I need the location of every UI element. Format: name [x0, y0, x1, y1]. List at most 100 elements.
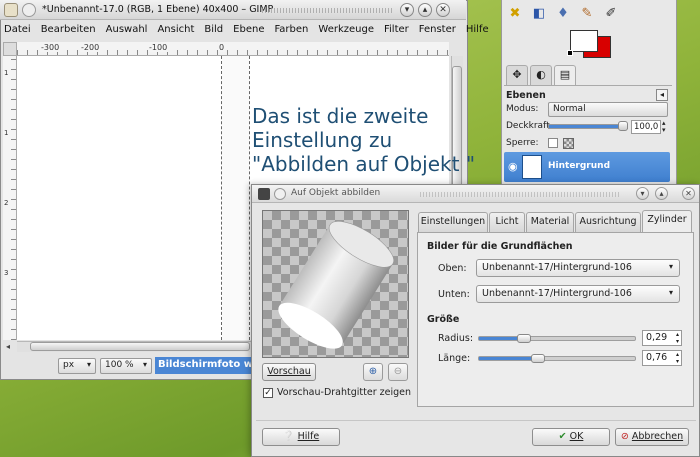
spin-arrows-icon[interactable]: ▴ ▾ — [662, 120, 666, 134]
menu-auswahl[interactable]: Auswahl — [106, 24, 148, 40]
length-slider-fill — [479, 357, 539, 360]
unit-value: px — [63, 360, 75, 370]
device-status-tab[interactable]: ◐ — [530, 65, 552, 85]
close-button[interactable]: ✕ — [682, 187, 695, 200]
paint-icon[interactable]: ◧ — [531, 6, 547, 22]
zoom-out-icon[interactable]: ⊖ — [388, 363, 408, 381]
ruler-label: 2 — [4, 199, 9, 207]
modus-label: Modus: — [506, 104, 539, 114]
minimize-button[interactable]: ▾ — [400, 3, 414, 17]
zoom-in-icon[interactable]: ⊕ — [363, 363, 383, 381]
menubar: Datei Bearbeiten Auswahl Ansicht Bild Eb… — [4, 24, 489, 40]
layer-boundary — [221, 56, 222, 340]
length-label: Länge: — [438, 353, 471, 364]
bottom-image-select[interactable]: Unbenannt-17/Hintergrund-106 ▾ — [476, 285, 680, 303]
wireframe-checkbox[interactable]: ✓ — [263, 388, 273, 398]
scroll-left-icon[interactable]: ◂ — [6, 342, 10, 351]
foreground-color-swatch[interactable] — [570, 30, 598, 52]
smudge-icon[interactable]: ✎ — [579, 6, 595, 22]
tab-licht[interactable]: Licht — [489, 212, 525, 232]
pin-icon[interactable] — [22, 3, 36, 17]
unit-select[interactable]: px ▾ — [58, 358, 96, 374]
ok-button-label: OK — [569, 431, 584, 442]
pin-icon[interactable] — [274, 188, 286, 200]
menu-fenster[interactable]: Fenster — [419, 24, 456, 40]
bottom-image-label: Unten: — [438, 289, 470, 300]
length-slider[interactable] — [478, 356, 636, 361]
tab-material[interactable]: Material — [526, 212, 574, 232]
cancel-button-label: Abbrechen — [631, 431, 684, 442]
cylinder-preview — [278, 221, 394, 349]
default-colors-icon[interactable] — [567, 50, 573, 56]
ok-button[interactable]: ✔ OK — [532, 428, 610, 446]
menu-bearbeiten[interactable]: Bearbeiten — [41, 24, 96, 40]
radius-input[interactable]: 0,29 ▴ ▾ — [642, 330, 682, 346]
layers-tab[interactable]: ▤ — [554, 65, 576, 85]
top-image-select[interactable]: Unbenannt-17/Hintergrund-106 ▾ — [476, 259, 680, 277]
ruler-label: 0 — [218, 43, 226, 52]
preview-area[interactable] — [262, 210, 409, 358]
length-input[interactable]: 0,76 ▴ ▾ — [642, 350, 682, 366]
wireframe-label[interactable]: Vorschau-Drahtgitter zeigen — [277, 387, 411, 398]
help-button-label: Hilfe — [297, 431, 320, 442]
menu-ebene[interactable]: Ebene — [233, 24, 264, 40]
ruler-corner[interactable] — [3, 42, 17, 56]
window-title: *Unbenannt-17.0 (RGB, 1 Ebene) 40x400 – … — [42, 4, 274, 15]
checkmark-icon: ✔ — [558, 431, 567, 442]
panel-menu-icon[interactable]: ◂ — [656, 89, 668, 101]
close-button[interactable]: ✕ — [436, 3, 450, 17]
image-layer[interactable] — [222, 56, 249, 340]
menu-werkzeuge[interactable]: Werkzeuge — [318, 24, 374, 40]
preview-button[interactable]: Vorschau — [262, 363, 316, 381]
cancel-icon: ⊘ — [620, 431, 629, 442]
cancel-button[interactable]: ⊘ Abbrechen — [615, 428, 689, 446]
layer-name[interactable]: Hintergrund — [548, 161, 610, 171]
chevron-down-icon: ▾ — [668, 262, 673, 271]
opacity-slider-knob[interactable] — [618, 121, 628, 131]
radius-slider[interactable] — [478, 336, 636, 341]
eye-icon[interactable]: ◉ — [508, 160, 518, 173]
radius-label: Radius: — [438, 333, 474, 344]
annotation-line: "Abbilden auf Objekt " — [252, 152, 476, 176]
menu-ansicht[interactable]: Ansicht — [157, 24, 194, 40]
blur-icon[interactable]: ♦ — [555, 6, 571, 22]
menu-hilfe[interactable]: Hilfe — [466, 24, 489, 40]
maximize-button[interactable]: ▴ — [655, 187, 668, 200]
length-slider-knob[interactable] — [531, 354, 546, 363]
gimp-app-icon[interactable] — [4, 3, 18, 17]
menu-filter[interactable]: Filter — [384, 24, 409, 40]
tab-ausrichtung[interactable]: Ausrichtung — [575, 212, 641, 232]
horizontal-scrollbar-thumb[interactable] — [30, 342, 250, 351]
opacity-input[interactable]: 100,0 — [631, 120, 661, 134]
menu-farben[interactable]: Farben — [274, 24, 308, 40]
maximize-button[interactable]: ▴ — [418, 3, 432, 17]
ruler-label: -100 — [148, 43, 169, 52]
menu-datei[interactable]: Datei — [4, 24, 31, 40]
spin-arrows-icon[interactable]: ▴ ▾ — [676, 331, 679, 345]
lock-pixels-checkbox[interactable] — [548, 138, 558, 148]
mode-select[interactable]: Normal — [548, 102, 668, 117]
dodge-icon[interactable]: ✐ — [603, 6, 619, 22]
help-button[interactable]: ❔ Hilfe — [262, 428, 340, 446]
radius-slider-knob[interactable] — [516, 334, 531, 343]
zoom-value: 100 % — [105, 360, 134, 370]
zoom-select[interactable]: 100 % ▾ — [100, 358, 152, 374]
opacity-label: Deckkraft — [506, 121, 550, 131]
bottom-image-value: Unbenannt-17/Hintergrund-106 — [482, 288, 632, 299]
spin-arrows-icon[interactable]: ▴ ▾ — [676, 351, 679, 365]
lock-label: Sperre: — [506, 138, 539, 148]
tool-options-tab[interactable]: ✥ — [506, 65, 528, 85]
lock-alpha-icon[interactable] — [563, 138, 574, 149]
minimize-button[interactable]: ▾ — [636, 187, 649, 200]
annotation-line: Einstellung zu — [252, 128, 393, 152]
vertical-ruler[interactable] — [3, 56, 17, 340]
ruler-label: 1 — [4, 69, 9, 77]
gimp-app-icon[interactable] — [258, 188, 270, 200]
divider — [256, 420, 696, 421]
tab-zylinder[interactable]: Zylinder — [642, 210, 692, 233]
ruler-label: -200 — [80, 43, 101, 52]
tab-einstellungen[interactable]: Einstellungen — [418, 212, 488, 232]
menu-bild[interactable]: Bild — [204, 24, 223, 40]
ruler-label: 1 — [4, 129, 9, 137]
bucket-fill-icon[interactable]: ✖ — [507, 6, 523, 22]
